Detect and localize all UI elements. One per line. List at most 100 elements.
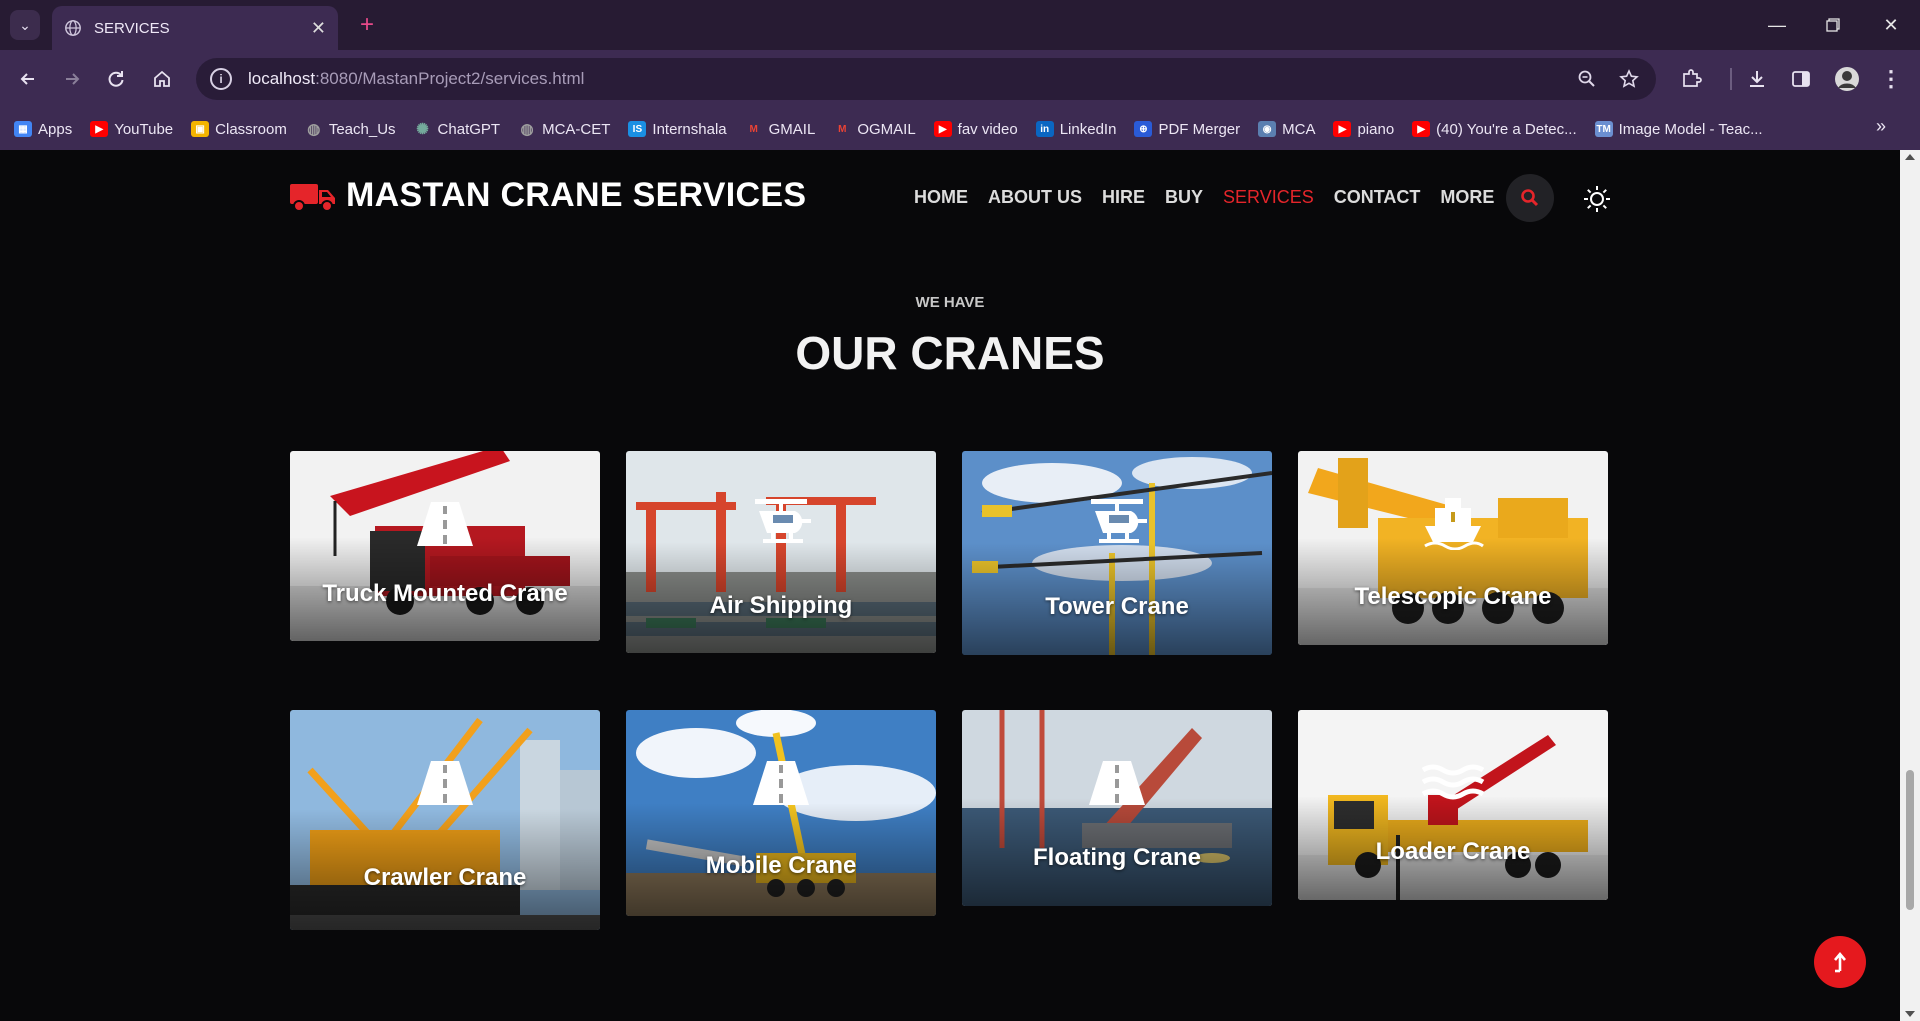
bookmark-star-button[interactable] — [1616, 66, 1642, 92]
scroll-up-arrow-icon[interactable] — [1905, 154, 1915, 160]
bookmark-item[interactable]: ▶ YouTube — [90, 121, 173, 138]
menu-item-buy[interactable]: BUY — [1165, 187, 1203, 208]
restore-window-button[interactable] — [1808, 8, 1858, 42]
linkedin-icon: in — [1035, 121, 1054, 137]
bookmark-item[interactable]: in LinkedIn — [1035, 121, 1116, 138]
bookmark-item[interactable]: ◍ Teach_Us — [305, 120, 396, 139]
toolbar-divider — [1730, 68, 1732, 90]
bookmark-label: MCA — [1282, 120, 1316, 138]
minimize-icon: — — [1768, 14, 1786, 35]
tab-title: SERVICES — [94, 19, 170, 37]
road-icon — [1082, 752, 1152, 812]
bookmark-label: Internshala — [652, 120, 727, 138]
bookmarks-bar: ▦ Apps ▶ YouTube ▣ Classroom ◍ Teach_Us ✺ ChatGPT… — [0, 108, 1920, 150]
plus-icon: + — [359, 11, 374, 38]
close-tab-icon[interactable]: ✕ — [311, 18, 326, 39]
browser-menu-button[interactable]: ⋮ — [1876, 64, 1906, 94]
site-search-button[interactable] — [1506, 174, 1554, 222]
reload-button[interactable] — [98, 61, 134, 97]
profile-avatar[interactable] — [1832, 64, 1862, 94]
bookmark-item[interactable]: ✺ ChatGPT — [414, 120, 501, 139]
crane-card-label: Loader Crane — [1375, 838, 1531, 865]
bookmark-item[interactable]: ▶ (40) You're a Detec... — [1412, 121, 1577, 138]
scrollbar-thumb[interactable] — [1906, 770, 1914, 910]
gmail-icon: M — [838, 123, 847, 135]
bookmark-label: OGMAIL — [857, 120, 916, 138]
youtube-icon: ▶ — [1412, 121, 1431, 137]
bookmark-item[interactable]: ▣ Classroom — [191, 121, 287, 138]
menu-item-services[interactable]: SERVICES — [1223, 187, 1314, 208]
bookmark-label: Teach_Us — [328, 120, 396, 138]
page-viewport: MASTAN CRANE SERVICES HOME ABOUT US HIRE BU… — [0, 150, 1920, 1021]
page-scrollbar[interactable] — [1900, 150, 1920, 1021]
side-panel-button[interactable] — [1786, 64, 1816, 94]
menu-item-home[interactable]: HOME — [914, 187, 968, 208]
downloads-button[interactable] — [1742, 64, 1772, 94]
section-eyebrow: WE HAVE — [915, 294, 985, 311]
bookmark-item[interactable]: ▶ piano — [1333, 121, 1394, 138]
bookmark-item[interactable]: M OGMAIL — [833, 120, 916, 138]
bookmark-item[interactable]: TM Image Model - Teac... — [1594, 121, 1763, 138]
theme-toggle-button[interactable] — [1580, 182, 1614, 216]
menu-item-hire[interactable]: HIRE — [1102, 187, 1145, 208]
crane-card[interactable]: Air Shipping — [626, 451, 936, 653]
menu-item-more[interactable]: MORE — [1440, 187, 1494, 208]
home-button[interactable] — [144, 61, 180, 97]
globe-icon: ◍ — [520, 121, 534, 138]
globe-icon: ◍ — [307, 121, 321, 138]
close-window-button[interactable]: ✕ — [1866, 8, 1916, 42]
crane-card[interactable]: Floating Crane — [962, 710, 1272, 906]
bookmark-item[interactable]: ▶ fav video — [933, 121, 1018, 138]
pdf-merger-icon: ⊕ — [1134, 121, 1153, 137]
tab-search-button[interactable]: ⌄ — [10, 10, 40, 40]
minimize-window-button[interactable]: — — [1752, 8, 1802, 42]
search-icon — [1521, 189, 1539, 207]
gmail-icon: M — [749, 123, 758, 135]
bookmarks-overflow-icon[interactable]: » — [1876, 116, 1886, 137]
menu-item-about-us[interactable]: ABOUT US — [988, 187, 1082, 208]
back-to-top-button[interactable] — [1814, 936, 1866, 988]
chatgpt-icon: ✺ — [416, 121, 429, 138]
extensions-button[interactable] — [1676, 64, 1706, 94]
section-heading: OUR CRANES — [795, 327, 1105, 379]
bookmark-label: ChatGPT — [437, 120, 501, 138]
browser-toolbar: i localhost:8080/MastanProject2/services… — [0, 50, 1920, 108]
mca-icon: ◉ — [1258, 121, 1277, 137]
side-panel-icon — [1792, 71, 1810, 87]
address-bar[interactable]: i localhost:8080/MastanProject2/services… — [196, 58, 1656, 100]
youtube-icon: ▶ — [1333, 121, 1352, 137]
forward-button[interactable] — [54, 61, 90, 97]
back-button[interactable] — [10, 61, 46, 97]
crane-card[interactable]: Loader Crane — [1298, 710, 1608, 900]
bookmark-item[interactable]: ⊕ PDF Merger — [1134, 121, 1240, 138]
crane-card[interactable]: Telescopic Crane — [1298, 451, 1608, 645]
crane-card[interactable]: Tower Crane — [962, 451, 1272, 655]
restore-icon — [1826, 18, 1840, 32]
crane-card[interactable]: Crawler Crane — [290, 710, 600, 930]
road-icon — [410, 752, 480, 812]
url-host: localhost — [248, 69, 316, 88]
crane-card[interactable]: Truck Mounted Crane — [290, 451, 600, 641]
site-info-icon[interactable]: i — [210, 68, 232, 90]
crane-card[interactable]: Mobile Crane — [626, 710, 936, 916]
site-brand[interactable]: MASTAN CRANE SERVICES — [290, 176, 806, 215]
helicopter-icon — [1082, 493, 1152, 553]
helicopter-icon — [746, 493, 816, 553]
home-icon — [154, 70, 170, 87]
bookmark-item[interactable]: ▦ Apps — [14, 121, 72, 138]
scroll-down-arrow-icon[interactable] — [1905, 1011, 1915, 1017]
browser-tab-services[interactable]: SERVICES ✕ — [52, 6, 338, 50]
crane-card-label: Crawler Crane — [363, 864, 527, 891]
close-icon: ✕ — [1883, 14, 1899, 35]
internshala-icon: IS — [628, 121, 647, 137]
bookmark-item[interactable]: ◉ MCA — [1258, 121, 1315, 138]
download-icon — [1750, 71, 1764, 87]
youtube-icon: ▶ — [933, 121, 952, 137]
bookmark-item[interactable]: IS Internshala — [628, 120, 727, 138]
bookmark-item[interactable]: ◍ MCA-CET — [518, 121, 611, 139]
new-tab-button[interactable]: + — [352, 10, 382, 40]
menu-item-contact[interactable]: CONTACT — [1334, 187, 1421, 208]
zoom-button[interactable] — [1574, 66, 1600, 92]
bookmark-label: Classroom — [215, 120, 287, 138]
bookmark-item[interactable]: M GMAIL — [745, 121, 815, 138]
